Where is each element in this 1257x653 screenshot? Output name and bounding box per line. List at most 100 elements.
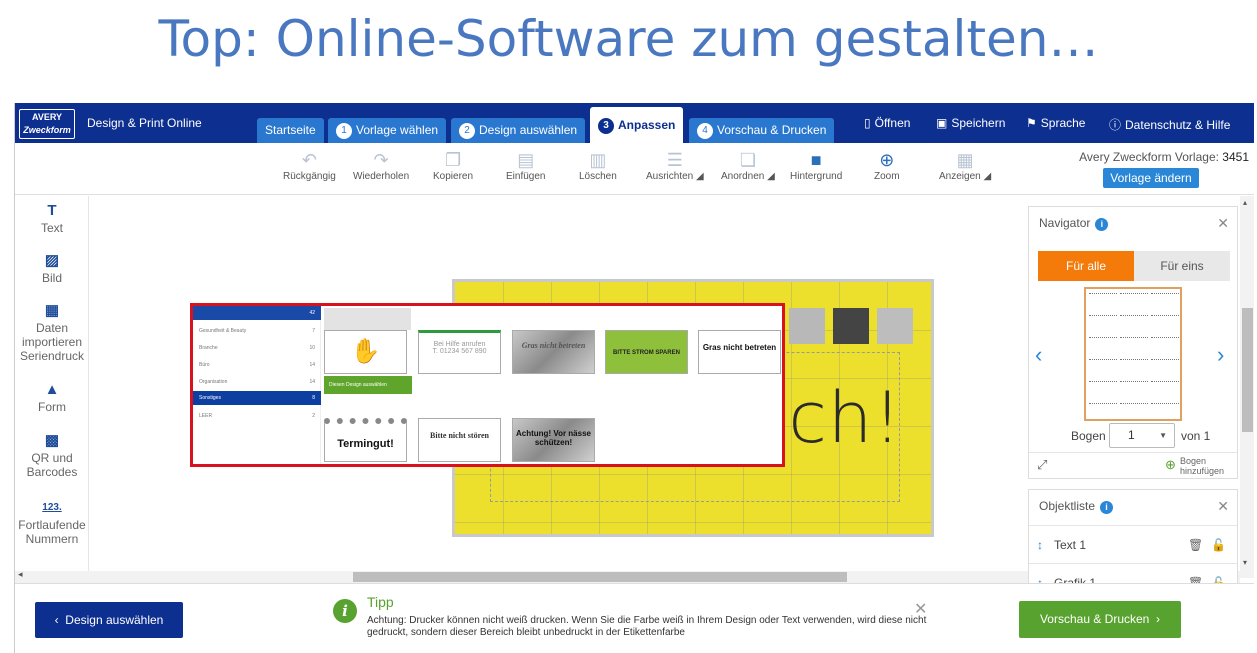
design-thumb-moisture[interactable]: Achtung! Vor nässe schützen! [512,418,595,462]
save-label: Speichern [951,116,1006,130]
design-thumb-dnd[interactable]: Bitte nicht stören [418,418,501,462]
tab-design-auswaehlen[interactable]: 2 Design auswählen [451,118,586,143]
thumb-text: Bei Hilfe anrufen [433,341,486,348]
tab-label: Startseite [265,123,316,137]
category-item[interactable]: Büro 14 [193,358,321,372]
language-link[interactable]: ⚑ Sprache [1026,116,1085,130]
align-button[interactable]: ☰ Ausrichten ◢ [646,149,704,182]
select-design-button[interactable]: Diesen Design auswählen [324,376,412,394]
close-icon[interactable]: ✕ [1217,215,1229,232]
zoom-button[interactable]: ⊕ Zoom [874,149,900,182]
tab-vorschau-drucken[interactable]: 4 Vorschau & Drucken [689,118,835,143]
object-label: Grafik 1 [1054,576,1097,584]
object-list-panel: Objektliste i ✕ ↕ Text 1 🗑 🔓 ↕ Grafik 1 🗑… [1028,489,1238,584]
paste-button[interactable]: ▤ Einfügen [506,149,545,182]
design-thumb-grass-2[interactable]: Gras nicht betreten [698,330,781,374]
move-icon[interactable]: ↕ [1037,564,1043,583]
qr-barcode-tool[interactable]: ▩ QR und Barcodes [15,433,89,479]
tab-label: Anpassen [618,118,676,132]
horizontal-scroll-thumb[interactable] [353,572,847,582]
open-link[interactable]: ▯ Öffnen [864,116,910,130]
preview-print-button[interactable]: Vorschau & Drucken › [1019,601,1181,638]
arrange-icon: ❏ [739,150,756,170]
chevron-left-icon[interactable]: ‹ [1035,342,1042,368]
divider [1029,452,1237,453]
avery-logo[interactable]: AVERY Zweckform [19,109,75,139]
lock-icon[interactable]: 🔓 [1211,526,1226,564]
sheet-cell [1151,315,1179,327]
category-item[interactable]: Branche 10 [193,341,321,355]
design-thumb-call[interactable]: Bei Hilfe anrufen T. 01234 567 890 [418,330,501,374]
info-icon[interactable]: i [1095,218,1109,231]
back-design-button[interactable]: ‹ Design auswählen [35,602,183,638]
toolbar: ↶ Rückgängig ↷ Wiederholen ❐ Kopieren ▤ Einf… [15,143,1254,195]
add-text-tool[interactable]: T Text [15,202,89,235]
object-row[interactable]: ↕ Grafik 1 🗑 🔓 [1029,563,1237,584]
design-thumb-grass[interactable]: Gras nicht betreten [512,330,595,374]
add-image-tool[interactable]: ▨ Bild [15,253,89,285]
category-item-selected[interactable]: Sonstiges 8 [193,391,321,405]
scroll-down-icon[interactable]: ▾ [1243,558,1247,567]
category-item[interactable]: Gesundheit & Beauty 7 [193,324,321,338]
redo-button[interactable]: ↷ Wiederholen [353,149,409,182]
design-thumb-hand[interactable]: ✋ [324,330,407,374]
shape-icon: ▲ [44,381,60,398]
design-thumb-termingut[interactable]: Termingut! [324,418,407,462]
save-link[interactable]: ▣ Speichern [936,116,1005,130]
sheet-thumbnail[interactable] [1084,287,1182,421]
copy-button[interactable]: ❐ Kopieren [433,149,473,182]
navigator-title: Navigator i [1039,216,1109,231]
add-sheet-icon[interactable]: ⊕ [1165,457,1176,473]
trash-icon[interactable]: 🗑 [1188,526,1203,564]
info-icon[interactable]: i [1100,501,1114,514]
sheet-cell [1089,315,1117,327]
panel-title-text: Objektliste [1039,499,1096,513]
template-number: 3451 [1222,150,1249,164]
undo-button[interactable]: ↶ Rückgängig [283,149,336,182]
category-item[interactable]: Organisation 14 [193,375,321,389]
sheet-select[interactable]: 1 ▼ [1109,423,1175,448]
grid-line [455,522,931,523]
tab-anpassen[interactable]: 3 Anpassen [590,107,684,143]
vertical-scrollbar[interactable]: ▴ ▾ [1240,196,1254,578]
close-icon[interactable]: ✕ [914,599,927,619]
design-thumb-energy[interactable]: BITTE STROM SPAREN [605,330,688,374]
arrange-button[interactable]: ❏ Anordnen ◢ [721,149,775,182]
add-shape-tool[interactable]: ▲ Form [15,381,89,414]
tab-label: Vorschau & Drucken [717,123,827,137]
sheet-cell [1151,359,1179,371]
vertical-scroll-thumb[interactable] [1242,308,1253,432]
numbering-tool[interactable]: 123. Fortlaufende Nummern [15,501,89,546]
sheet-cell [1120,359,1148,371]
info-icon: i [333,599,357,623]
left-tool-panel: T Text ▨ Bild ▦ Daten importieren Seriendru… [15,196,89,571]
scroll-up-icon[interactable]: ▴ [1243,198,1247,207]
tab-vorlage-waehlen[interactable]: 1 Vorlage wählen [328,118,447,143]
expand-icon[interactable]: ⤢ [1037,457,1047,473]
background-button[interactable]: ■ Hintergrund [790,149,842,182]
for-one-toggle[interactable]: Für eins [1134,251,1230,281]
category-item[interactable]: LEER 2 [193,409,321,423]
view-button[interactable]: ▦ Anzeigen ◢ [939,149,991,182]
for-all-toggle[interactable]: Für alle [1038,251,1134,281]
category-header: 42 [193,306,321,320]
add-sheet-label[interactable]: Bogen hinzufügen [1180,456,1232,476]
move-icon[interactable]: ↕ [1037,526,1043,564]
tab-startseite[interactable]: Startseite [257,118,324,143]
delete-button[interactable]: ▥ Löschen [579,149,617,182]
sheet-cell [1120,337,1148,349]
sheet-cell [1089,381,1117,393]
chevron-right-icon[interactable]: › [1217,342,1224,368]
text-icon: T [47,202,57,219]
lock-icon[interactable]: 🔓 [1211,564,1226,583]
tool-label: Löschen [579,171,617,182]
design-canvas: vertraulich! 42 Gesundheit & Beauty7 Bra… [90,196,1025,571]
object-row[interactable]: ↕ Text 1 🗑 🔓 [1029,525,1237,563]
trash-icon[interactable]: 🗑 [1188,564,1203,583]
change-template-button[interactable]: Vorlage ändern [1103,168,1199,188]
scroll-left-icon[interactable]: ◂ [18,569,23,580]
data-import-tool[interactable]: ▦ Daten importieren Seriendruck [15,303,89,363]
close-icon[interactable]: ✕ [1217,498,1229,515]
help-link[interactable]: ⓘ Datenschutz & Hilfe [1109,116,1230,133]
open-icon: ▯ [864,116,871,130]
